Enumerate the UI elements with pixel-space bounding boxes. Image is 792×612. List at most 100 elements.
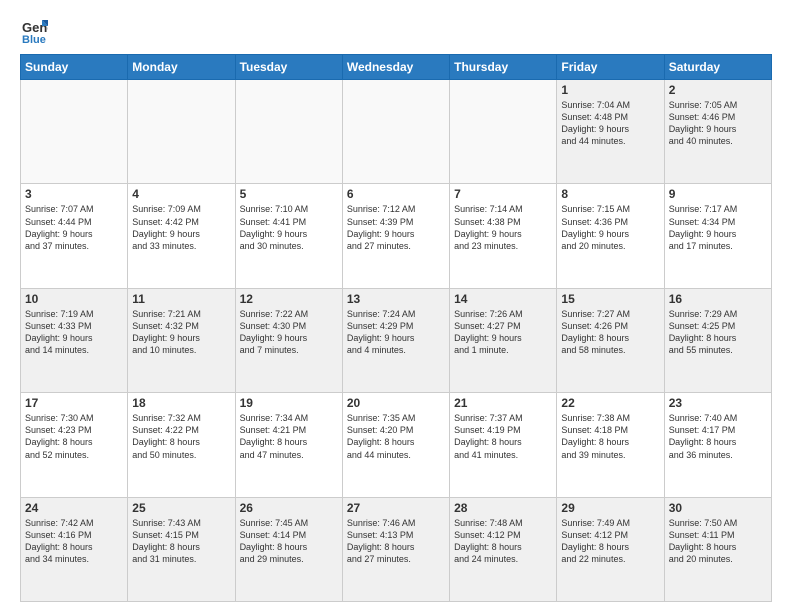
day-number: 12 [240,292,338,306]
header: General Blue [20,16,772,44]
day-cell: 9 Sunrise: 7:17 AM Sunset: 4:34 PM Daylig… [664,184,771,288]
day-number: 27 [347,501,445,515]
day-cell: 7 Sunrise: 7:14 AM Sunset: 4:38 PM Daylig… [450,184,557,288]
day-number: 10 [25,292,123,306]
day-info: Sunrise: 7:07 AM Sunset: 4:44 PM Dayligh… [25,203,123,252]
day-info: Sunrise: 7:38 AM Sunset: 4:18 PM Dayligh… [561,412,659,461]
day-number: 22 [561,396,659,410]
day-cell: 21 Sunrise: 7:37 AM Sunset: 4:19 PM Dayli… [450,393,557,497]
day-cell: 25Sunrise: 7:43 AM Sunset: 4:15 PM Dayli… [128,497,235,601]
day-info: Sunrise: 7:27 AM Sunset: 4:26 PM Dayligh… [561,308,659,357]
day-info: Sunrise: 7:30 AM Sunset: 4:23 PM Dayligh… [25,412,123,461]
week-row-2: 3 Sunrise: 7:07 AM Sunset: 4:44 PM Daylig… [21,184,772,288]
day-number: 24 [25,501,123,515]
weekday-monday: Monday [128,55,235,80]
day-cell: 15Sunrise: 7:27 AM Sunset: 4:26 PM Dayli… [557,288,664,392]
day-info: Sunrise: 7:45 AM Sunset: 4:14 PM Dayligh… [240,517,338,566]
day-cell: 5 Sunrise: 7:10 AM Sunset: 4:41 PM Daylig… [235,184,342,288]
logo: General Blue [20,16,52,44]
day-info: Sunrise: 7:14 AM Sunset: 4:38 PM Dayligh… [454,203,552,252]
day-cell: 18 Sunrise: 7:32 AM Sunset: 4:22 PM Dayli… [128,393,235,497]
day-cell: 20 Sunrise: 7:35 AM Sunset: 4:20 PM Dayli… [342,393,449,497]
weekday-header-row: SundayMondayTuesdayWednesdayThursdayFrid… [21,55,772,80]
weekday-saturday: Saturday [664,55,771,80]
day-cell [342,80,449,184]
day-number: 16 [669,292,767,306]
day-number: 25 [132,501,230,515]
day-info: Sunrise: 7:04 AM Sunset: 4:48 PM Dayligh… [561,99,659,148]
day-number: 14 [454,292,552,306]
day-number: 20 [347,396,445,410]
week-row-1: 1Sunrise: 7:04 AM Sunset: 4:48 PM Daylig… [21,80,772,184]
day-number: 7 [454,187,552,201]
day-info: Sunrise: 7:22 AM Sunset: 4:30 PM Dayligh… [240,308,338,357]
day-number: 11 [132,292,230,306]
day-number: 13 [347,292,445,306]
day-info: Sunrise: 7:35 AM Sunset: 4:20 PM Dayligh… [347,412,445,461]
day-number: 30 [669,501,767,515]
day-cell: 1Sunrise: 7:04 AM Sunset: 4:48 PM Daylig… [557,80,664,184]
day-number: 19 [240,396,338,410]
day-number: 3 [25,187,123,201]
day-info: Sunrise: 7:32 AM Sunset: 4:22 PM Dayligh… [132,412,230,461]
day-number: 5 [240,187,338,201]
day-info: Sunrise: 7:21 AM Sunset: 4:32 PM Dayligh… [132,308,230,357]
day-cell: 30 Sunrise: 7:50 AM Sunset: 4:11 PM Dayli… [664,497,771,601]
day-cell: 13Sunrise: 7:24 AM Sunset: 4:29 PM Dayli… [342,288,449,392]
day-cell [128,80,235,184]
day-info: Sunrise: 7:15 AM Sunset: 4:36 PM Dayligh… [561,203,659,252]
day-cell: 26 Sunrise: 7:45 AM Sunset: 4:14 PM Dayli… [235,497,342,601]
day-number: 29 [561,501,659,515]
day-cell: 4 Sunrise: 7:09 AM Sunset: 4:42 PM Daylig… [128,184,235,288]
week-row-3: 10Sunrise: 7:19 AM Sunset: 4:33 PM Dayli… [21,288,772,392]
day-number: 23 [669,396,767,410]
day-cell [21,80,128,184]
weekday-tuesday: Tuesday [235,55,342,80]
day-info: Sunrise: 7:46 AM Sunset: 4:13 PM Dayligh… [347,517,445,566]
day-info: Sunrise: 7:48 AM Sunset: 4:12 PM Dayligh… [454,517,552,566]
day-info: Sunrise: 7:26 AM Sunset: 4:27 PM Dayligh… [454,308,552,357]
day-cell: 12 Sunrise: 7:22 AM Sunset: 4:30 PM Dayli… [235,288,342,392]
day-number: 26 [240,501,338,515]
day-cell: 19 Sunrise: 7:34 AM Sunset: 4:21 PM Dayli… [235,393,342,497]
page: General Blue SundayMondayTuesdayWednesda… [0,0,792,612]
day-number: 21 [454,396,552,410]
day-info: Sunrise: 7:12 AM Sunset: 4:39 PM Dayligh… [347,203,445,252]
day-number: 18 [132,396,230,410]
day-info: Sunrise: 7:49 AM Sunset: 4:12 PM Dayligh… [561,517,659,566]
day-cell: 16 Sunrise: 7:29 AM Sunset: 4:25 PM Dayli… [664,288,771,392]
day-number: 8 [561,187,659,201]
day-info: Sunrise: 7:17 AM Sunset: 4:34 PM Dayligh… [669,203,767,252]
day-info: Sunrise: 7:09 AM Sunset: 4:42 PM Dayligh… [132,203,230,252]
weekday-friday: Friday [557,55,664,80]
day-info: Sunrise: 7:37 AM Sunset: 4:19 PM Dayligh… [454,412,552,461]
day-number: 28 [454,501,552,515]
day-cell: 22 Sunrise: 7:38 AM Sunset: 4:18 PM Dayli… [557,393,664,497]
day-cell [450,80,557,184]
logo-icon: General Blue [20,16,48,44]
day-cell: 14 Sunrise: 7:26 AM Sunset: 4:27 PM Dayli… [450,288,557,392]
weekday-sunday: Sunday [21,55,128,80]
day-info: Sunrise: 7:05 AM Sunset: 4:46 PM Dayligh… [669,99,767,148]
calendar-table: SundayMondayTuesdayWednesdayThursdayFrid… [20,54,772,602]
day-cell: 24Sunrise: 7:42 AM Sunset: 4:16 PM Dayli… [21,497,128,601]
day-info: Sunrise: 7:50 AM Sunset: 4:11 PM Dayligh… [669,517,767,566]
day-cell: 8 Sunrise: 7:15 AM Sunset: 4:36 PM Daylig… [557,184,664,288]
svg-text:Blue: Blue [22,34,46,44]
day-number: 4 [132,187,230,201]
day-info: Sunrise: 7:29 AM Sunset: 4:25 PM Dayligh… [669,308,767,357]
day-cell: 2 Sunrise: 7:05 AM Sunset: 4:46 PM Daylig… [664,80,771,184]
day-info: Sunrise: 7:40 AM Sunset: 4:17 PM Dayligh… [669,412,767,461]
day-cell: 27 Sunrise: 7:46 AM Sunset: 4:13 PM Dayli… [342,497,449,601]
weekday-wednesday: Wednesday [342,55,449,80]
day-number: 6 [347,187,445,201]
day-number: 2 [669,83,767,97]
day-cell: 3 Sunrise: 7:07 AM Sunset: 4:44 PM Daylig… [21,184,128,288]
day-info: Sunrise: 7:34 AM Sunset: 4:21 PM Dayligh… [240,412,338,461]
day-cell: 17Sunrise: 7:30 AM Sunset: 4:23 PM Dayli… [21,393,128,497]
day-number: 9 [669,187,767,201]
week-row-4: 17Sunrise: 7:30 AM Sunset: 4:23 PM Dayli… [21,393,772,497]
day-info: Sunrise: 7:10 AM Sunset: 4:41 PM Dayligh… [240,203,338,252]
day-cell: 6 Sunrise: 7:12 AM Sunset: 4:39 PM Daylig… [342,184,449,288]
weekday-thursday: Thursday [450,55,557,80]
